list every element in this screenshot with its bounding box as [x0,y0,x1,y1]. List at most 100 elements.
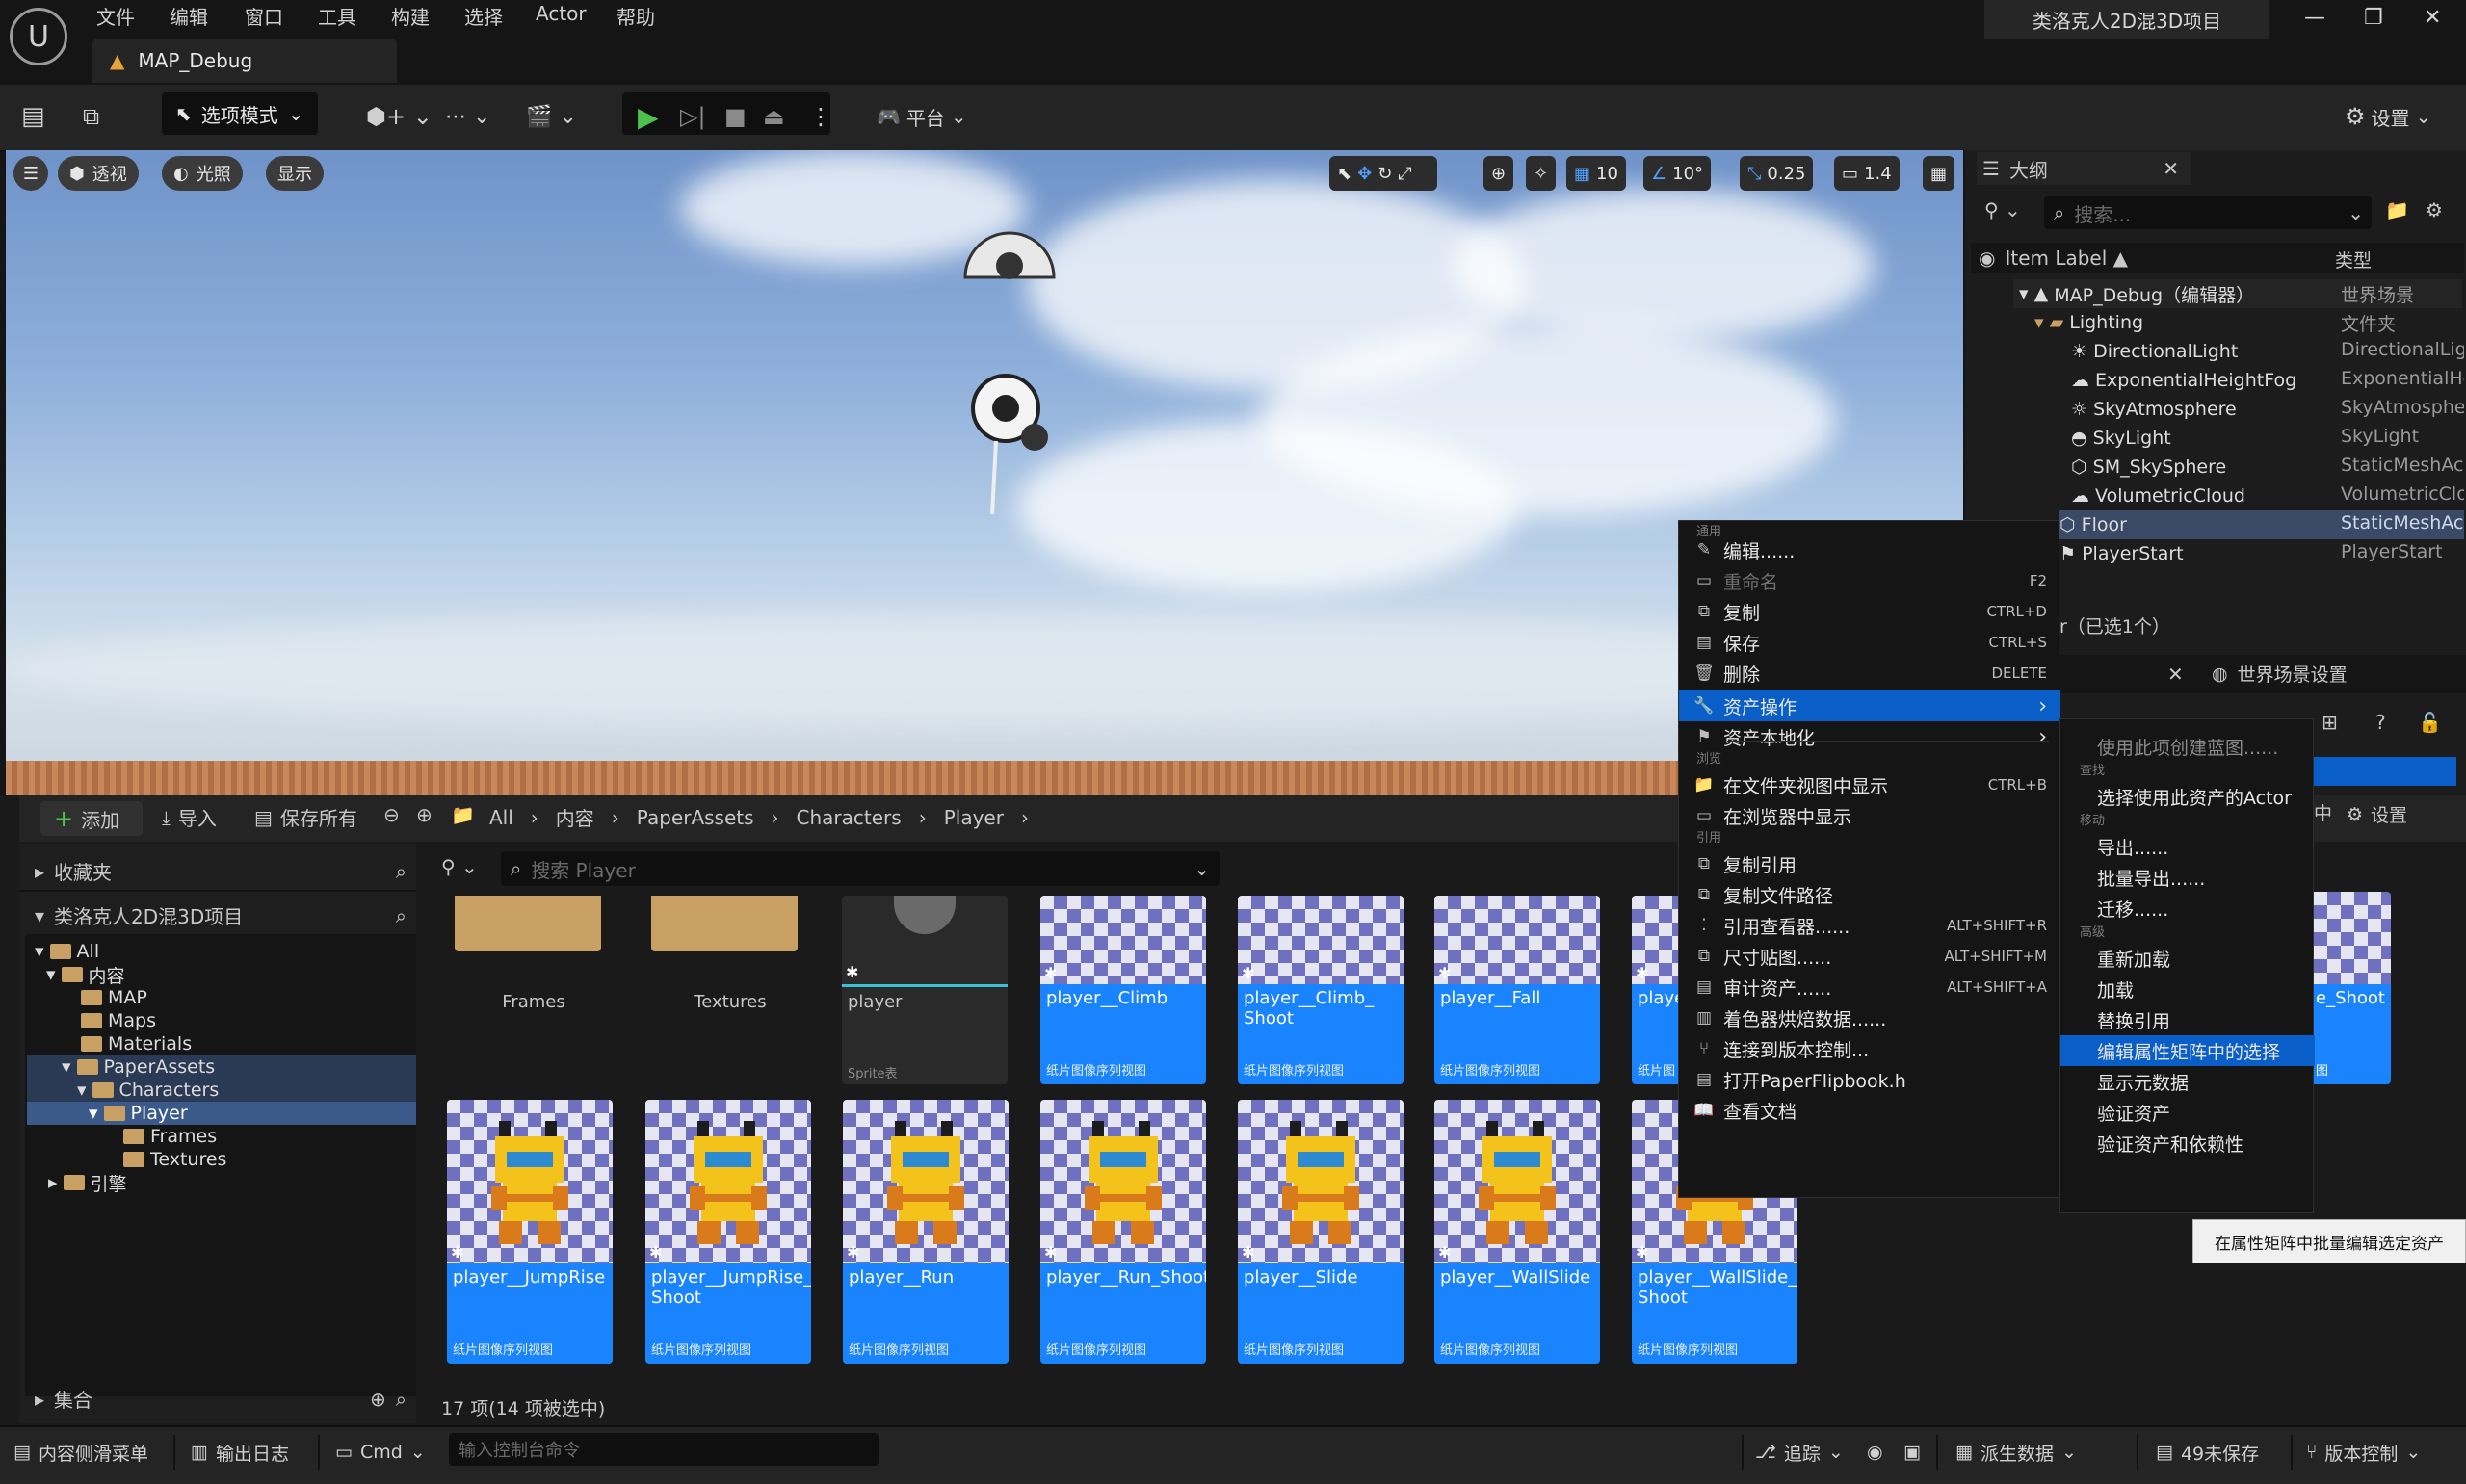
tree-item-frames[interactable]: Frames [123,1125,217,1148]
asset-tile[interactable]: ✱ player__Climb_ Shoot 纸片图像序列视图 [1238,896,1404,1084]
menu-edit[interactable]: ✎ 编辑...... [1679,534,2060,565]
cinematics-icon[interactable]: 🎬 ⌄ [526,92,577,141]
asset-tile[interactable]: ✱ player__JumpRise 纸片图像序列视图 [447,1100,613,1364]
add-actor-icon[interactable]: ⬢+ ⌄ [366,92,433,141]
tab-map-debug[interactable]: ▲ MAP_Debug [92,39,397,83]
search-icon[interactable]: ⌕ [396,904,407,927]
layout-icon[interactable]: ▦ [1923,156,1955,191]
menu-show-in-folder[interactable]: 📁 在文件夹视图中显示 CTRL+B [1679,769,2060,800]
tree-item-maps[interactable]: Maps [81,1009,156,1032]
col-type[interactable]: 类型 [2335,247,2372,273]
transform-tools[interactable]: ⬉ ✥ ↻ ⤢ [1329,156,1437,191]
blueprint-icon[interactable]: ⋯ ⌄ [445,92,490,141]
lock-icon[interactable]: 🔓 [2418,711,2442,734]
close-tab-icon[interactable]: ✕ [2167,663,2184,686]
scale-icon[interactable]: ⤢ [1398,164,1411,184]
details-settings-button[interactable]: ⚙ 设置 [2347,801,2407,827]
menu-asset-actions[interactable]: 🔧 资产操作 › [1679,690,2060,721]
grid-snap-button[interactable]: ▦ 10 [1566,156,1626,191]
submenu-item[interactable]: 替换引用 [2060,1004,2315,1035]
menu-copy-file-path[interactable]: ⧉ 复制文件路径 [1679,879,2060,910]
platform-button[interactable]: 🎮 平台 ⌄ [877,92,967,141]
folder-thumb-frames[interactable] [455,896,601,951]
skylight-icon[interactable] [959,210,1060,287]
asset-tile[interactable]: ✱ player__Run_Shoot 纸片图像序列视图 [1040,1100,1206,1364]
settings-button[interactable]: ⚙ 设置 ⌄ [2345,92,2431,141]
add-button[interactable]: + 添加 [40,801,143,836]
add-collection-icon[interactable]: ⊕ [370,1388,386,1411]
menu-actor[interactable]: Actor [536,2,587,25]
close-tab-icon[interactable]: ✕ [2163,157,2179,180]
hierarchy-icon[interactable]: ⊞ [2322,711,2338,734]
collections-header[interactable]: ▸ 集合 ⊕ ⌕ [35,1385,407,1413]
submenu-item[interactable]: 验证资产和依赖性 [2060,1128,2315,1159]
cmd-button[interactable]: ▭ Cmd ⌄ [335,1433,426,1471]
menu-delete[interactable]: 🗑 删除 DELETE [1679,658,2060,689]
menu-size-map[interactable]: ⧉ 尺寸贴图...... ALT+SHIFT+M [1679,941,2060,972]
menu-reference-viewer[interactable]: ⁚ 引用查看器...... ALT+SHIFT+R [1679,910,2060,941]
tree-item-player[interactable]: ▾ Player [89,1102,188,1125]
import-button[interactable]: ⤓ 导入 [162,803,217,831]
new-folder-icon[interactable]: 📁 [2385,198,2409,221]
asset-player-sprite[interactable]: ✱ player Sprite表 [842,896,1008,1084]
submenu-item[interactable]: 导出...... [2060,831,2315,862]
tree-item-all[interactable]: ▾ All [35,940,99,963]
play-icon[interactable]: ▶ [638,92,659,141]
breadcrumb-item[interactable]: All [489,806,513,829]
show-button[interactable]: 显示 [266,156,324,191]
tree-item-textures[interactable]: Textures [123,1148,226,1171]
surface-snap-icon[interactable]: ✧ [1526,156,1557,191]
menu-connect-source-control[interactable]: ⑂ 连接到版本控制... [1679,1033,2060,1064]
perspective-button[interactable]: ⬢ 透视 [58,156,139,191]
unsaved-button[interactable]: ▤ 49未保存 [2156,1433,2259,1471]
tree-item-paperassets[interactable]: ▾ PaperAssets [62,1055,215,1079]
submenu-item[interactable]: 批量导出...... [2060,862,2315,893]
asset-tile[interactable]: ✱ player__Slide 纸片图像序列视图 [1238,1100,1404,1364]
content-drawer-button[interactable]: ▤ 内容侧滑菜单 [13,1433,148,1471]
filter-icon[interactable]: ⚲ ⌄ [441,855,478,878]
menu-tools[interactable]: 工具 [318,2,356,30]
minimize-icon[interactable]: — [2304,6,2325,30]
console-input[interactable]: 输入控制台命令 [449,1433,879,1466]
directional-light-icon[interactable] [958,360,1058,515]
select-icon[interactable]: ⬉ [1337,164,1351,184]
menu-help[interactable]: 帮助 [616,2,655,30]
scale-snap-button[interactable]: ⤡ 0.25 [1740,156,1814,191]
move-icon[interactable]: ✥ [1357,164,1372,184]
save-icon[interactable]: ▤ [21,92,45,141]
menu-asset-localization[interactable]: ⚑ 资产本地化 › [1679,721,2060,752]
breadcrumb-item[interactable]: Player [944,806,1004,829]
submenu-item[interactable]: 使用此项创建蓝图...... [2060,731,2315,762]
camera-speed-button[interactable]: ▭ 1.4 [1834,156,1900,191]
menu-show-in-explorer[interactable]: ▭ 在浏览器中显示 [1679,800,2060,831]
menu-shader-cook-stats[interactable]: ▥ 着色器烘焙数据...... [1679,1002,2060,1033]
restore-icon[interactable]: ❐ [2364,6,2383,30]
submenu-item[interactable]: 加载 [2060,974,2315,1004]
play-options-icon[interactable]: ⋮ [809,92,832,141]
breadcrumb-item[interactable]: PaperAssets [637,806,754,829]
tree-item-map[interactable]: MAP [81,986,147,1009]
menu-build[interactable]: 构建 [391,2,430,30]
favorites-header[interactable]: ▸ 收藏夹 ⌕ [35,857,407,885]
menu-open-flipbook-h[interactable]: ▤ 打开PaperFlipbook.h [1679,1064,2060,1095]
source-control-button[interactable]: ⑂ 版本控制 ⌄ [2306,1433,2421,1471]
derived-data-button[interactable]: ▦ 派生数据 ⌄ [1955,1433,2077,1471]
search-icon[interactable]: ⌕ [396,1388,407,1411]
help-icon[interactable]: ? [2375,711,2386,734]
outliner-search-input[interactable]: ⌕ 搜索... ⌄ [2044,196,2372,229]
menu-copy-reference[interactable]: ⧉ 复制引用 [1679,848,2060,879]
submenu-item[interactable]: 选择使用此资产的Actor [2060,781,2315,812]
outliner-settings-icon[interactable]: ⚙ [2426,198,2443,221]
submenu-item[interactable]: 编辑属性矩阵中的选择 [2060,1035,2315,1066]
asset-tile[interactable]: ✱ player__Climb 纸片图像序列视图 [1040,896,1206,1084]
unreal-logo-icon[interactable]: U [10,8,67,65]
menu-edit[interactable]: 编辑 [170,2,208,30]
asset-search-input[interactable]: ⌕ 搜索 Player ⌄ [501,851,1220,886]
breadcrumb-item[interactable]: 内容 [556,803,594,831]
rotate-icon[interactable]: ↻ [1377,164,1392,184]
browse-icon[interactable]: ⧉ [83,92,99,141]
output-log-button[interactable]: ▥ 输出日志 [191,1433,289,1471]
back-icon[interactable]: ⊖ [383,803,400,826]
step-icon[interactable]: ▷| [680,92,706,141]
viewport-menu-icon[interactable]: ☰ [13,156,48,191]
